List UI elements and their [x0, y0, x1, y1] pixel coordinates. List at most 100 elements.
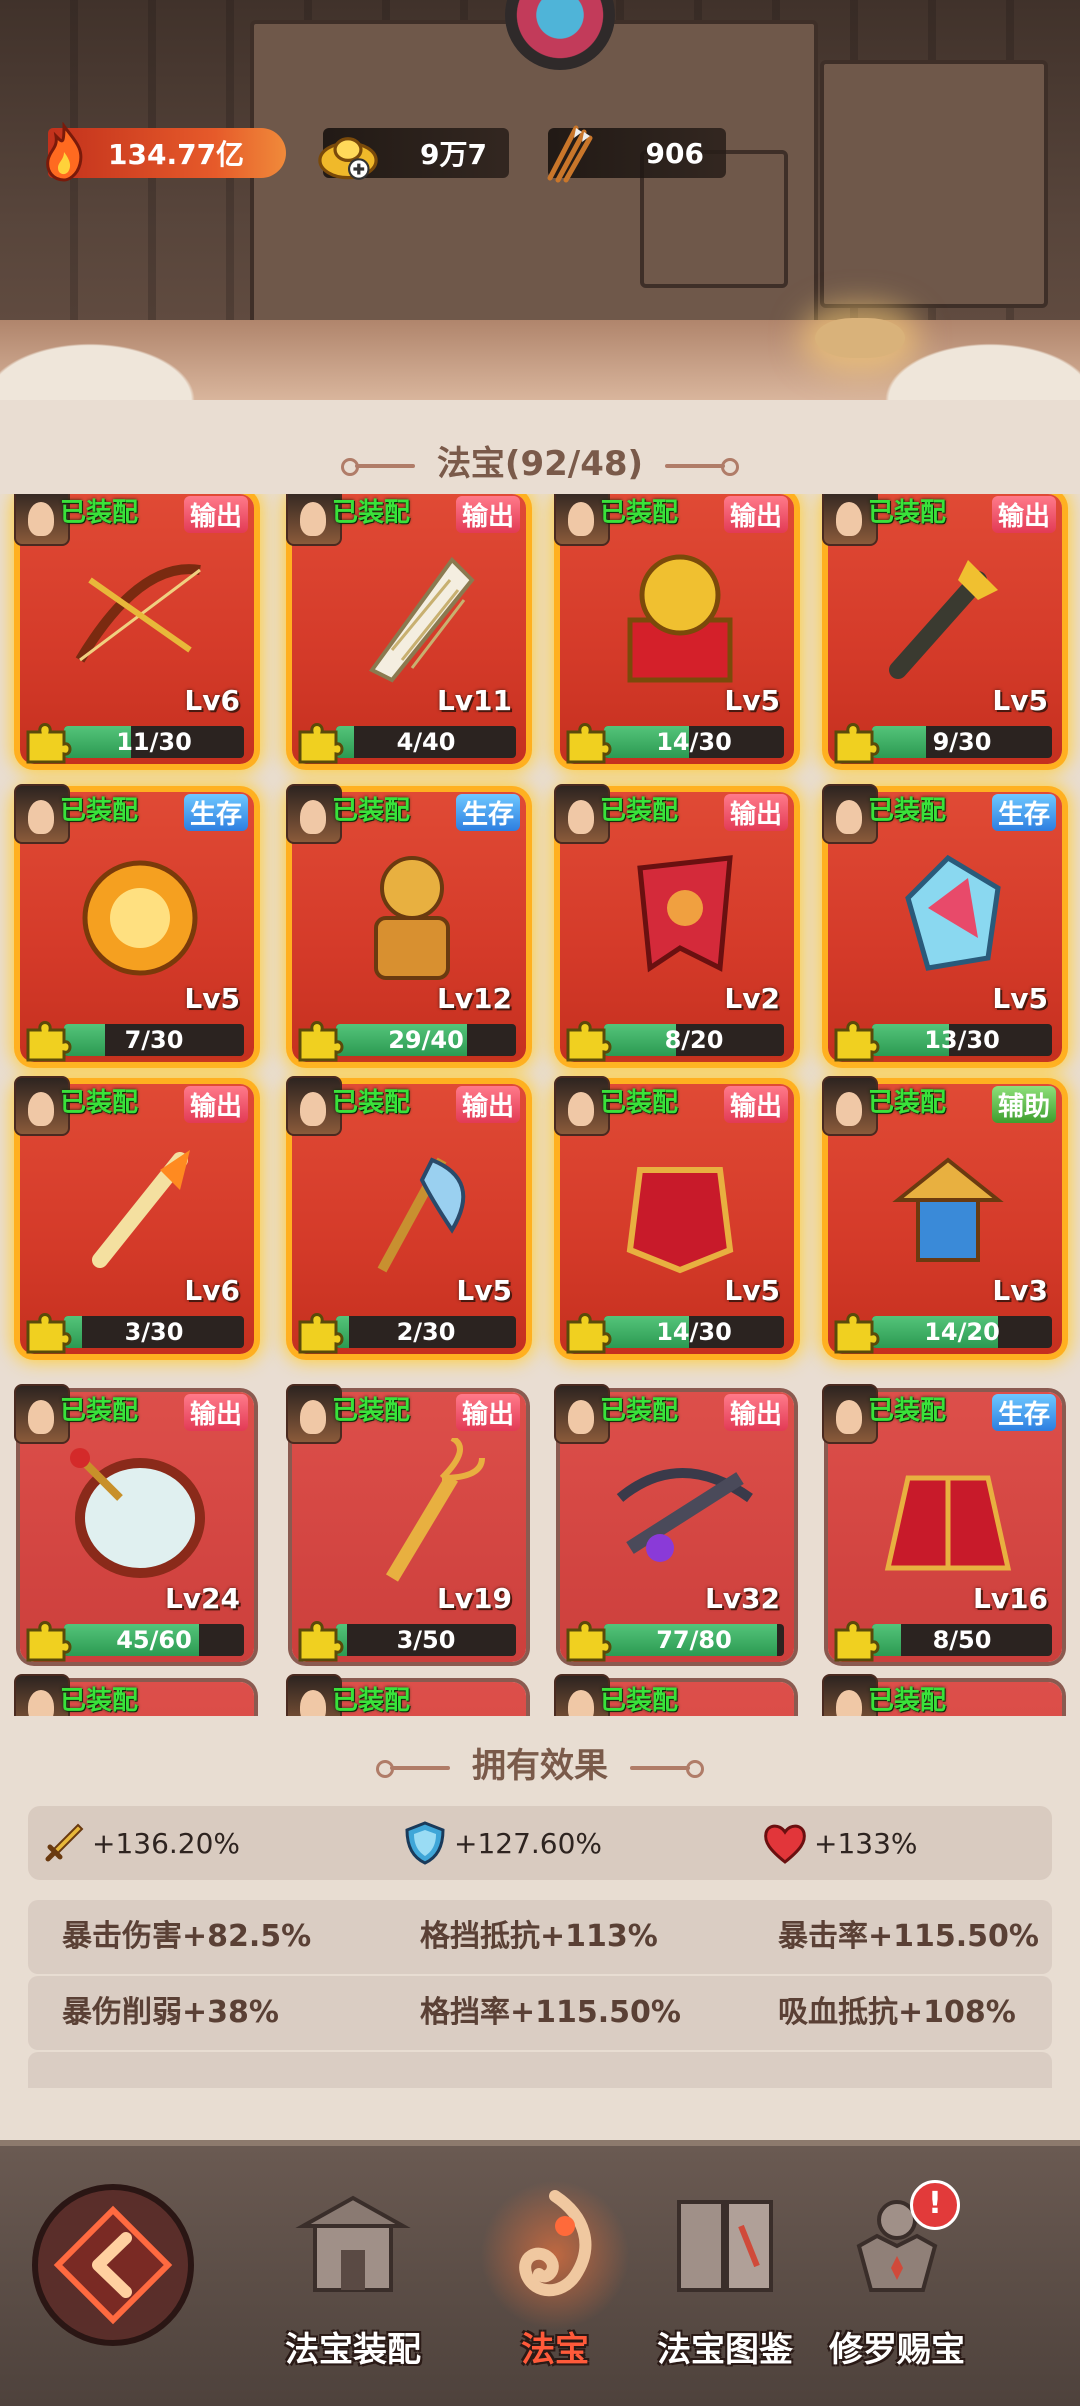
treasure-card[interactable]: 已装配 输出 Lv2 8/20: [554, 784, 794, 1062]
treasure-art: [75, 564, 201, 663]
treasure-art: [368, 556, 475, 683]
gold-counter[interactable]: 9万7: [318, 128, 509, 180]
progress-text: 29/40: [388, 1026, 464, 1054]
fragment-progress-bar: 8/50: [872, 1624, 1052, 1656]
treasure-card[interactable]: 已装配 输出 Lv32 77/80: [554, 1384, 794, 1662]
progress-text: 14/30: [656, 728, 732, 756]
tab-treasure[interactable]: 法宝: [470, 2180, 640, 2386]
ornament-left: [376, 1759, 450, 1778]
treasure-card[interactable]: 已装配 输出 Lv6 11/30: [14, 494, 254, 764]
gold-ingot-icon: [318, 137, 378, 180]
bottom-nav: 法宝装配 法宝 法宝图鉴 修罗赐宝 !: [0, 2140, 1080, 2406]
tab-treasure-codex[interactable]: 法宝图鉴: [640, 2186, 810, 2386]
role-tag: 辅助: [991, 1086, 1056, 1123]
progress-text: 4/40: [396, 728, 456, 756]
treasure-card[interactable]: 已装配: [286, 1674, 526, 1716]
fragment-progress-bar: 2/30: [336, 1316, 516, 1348]
tab-treasure-equip[interactable]: 法宝装配: [268, 2186, 438, 2386]
level-label: Lv19: [436, 1582, 512, 1615]
treasure-art: [616, 1468, 753, 1562]
fragment-progress-bar: 7/30: [64, 1024, 244, 1056]
puzzle-piece-icon: [26, 1313, 72, 1354]
effects-title: 拥有效果: [472, 1746, 608, 1786]
treasure-art: [889, 560, 998, 679]
defense-effect: +127.60%: [402, 1806, 602, 1880]
equipped-label: 已装配: [332, 1686, 411, 1716]
effect-stat: 暴伤削弱+38%: [62, 1995, 279, 2030]
level-label: Lv2: [724, 982, 780, 1015]
health-effect: +133%: [762, 1806, 918, 1880]
fragment-progress-bar: 14/30: [604, 1316, 784, 1348]
treasure-card[interactable]: 已装配 生存 Lv5 13/30: [822, 784, 1062, 1062]
treasure-card[interactable]: 已装配 辅助 Lv3 14/20: [822, 1076, 1062, 1354]
role-tag: 输出: [455, 496, 520, 533]
equipped-label: 已装配: [332, 498, 411, 528]
treasure-card[interactable]: 已装配 输出 Lv11 4/40: [286, 494, 526, 764]
level-label: Lv5: [724, 684, 780, 717]
arrows-counter: 906: [547, 125, 726, 183]
temple-icon: [295, 2195, 411, 2292]
treasure-art: [626, 1167, 734, 1274]
tab-asura-gift[interactable]: 修罗赐宝 !: [812, 2180, 982, 2386]
level-label: Lv6: [184, 1274, 240, 1307]
equipped-label: 已装配: [600, 796, 679, 826]
effects-section-header: 拥有效果: [0, 1738, 1080, 1787]
treasure-grid[interactable]: 已装配 输出 Lv6 11/30 已装配 输出 Lv11 4/40 已装配 输出 Lv5 14/30 已…: [0, 494, 1080, 1716]
progress-text: 3/30: [124, 1318, 184, 1346]
treasure-art: [377, 1157, 466, 1273]
level-label: Lv5: [992, 982, 1048, 1015]
progress-text: 3/50: [396, 1626, 456, 1654]
fragment-progress-bar: 4/40: [336, 726, 516, 758]
effect-stat: 格挡抵抗+113%: [420, 1919, 658, 1954]
treasure-card[interactable]: 已装配 输出 Lv5 9/30: [822, 494, 1062, 764]
tab-label: 修罗赐宝: [829, 2330, 965, 2370]
treasure-card[interactable]: 已装配: [822, 1674, 1062, 1716]
treasure-art: [374, 856, 450, 980]
treasure-art: [70, 1448, 205, 1578]
level-label: Lv5: [184, 982, 240, 1015]
role-tag: 输出: [723, 496, 788, 533]
equipped-label: 已装配: [332, 1088, 411, 1118]
level-label: Lv16: [972, 1582, 1048, 1615]
book-icon: [677, 2200, 773, 2292]
equipped-label: 已装配: [60, 498, 139, 528]
equipped-label: 已装配: [868, 1686, 947, 1716]
treasure-card[interactable]: 已装配: [14, 1674, 254, 1716]
level-label: Lv11: [436, 684, 512, 717]
role-tag: 输出: [991, 496, 1056, 533]
treasure-card[interactable]: 已装配 输出 Lv6 3/30: [14, 1076, 254, 1354]
effect-stat: 暴击伤害+82.5%: [62, 1919, 312, 1954]
level-label: Lv6: [184, 684, 240, 717]
ornament-right: [630, 1759, 704, 1778]
progress-text: 11/30: [116, 728, 192, 756]
progress-text: 14/20: [924, 1318, 1000, 1346]
treasure-card[interactable]: 已装配 输出 Lv5 2/30: [286, 1076, 526, 1354]
puzzle-piece-icon: [834, 723, 880, 764]
treasure-art: [82, 860, 198, 976]
effects-row: 暴伤削弱+38% 格挡率+115.50% 吸血抵抗+108%: [28, 1976, 1052, 2050]
back-button[interactable]: [28, 2180, 198, 2350]
treasure-card[interactable]: 已装配 生存 Lv12 29/40: [286, 784, 526, 1062]
equipped-label: 已装配: [868, 1396, 947, 1426]
cloud-decoration: [0, 330, 220, 400]
fragment-progress-bar: 8/20: [604, 1024, 784, 1056]
level-label: Lv32: [704, 1582, 780, 1615]
treasure-card[interactable]: 已装配 输出 Lv5 14/30: [554, 494, 794, 764]
puzzle-piece-icon: [566, 1313, 612, 1354]
effects-list[interactable]: 暴击伤害+82.5% 格挡抵抗+113% 暴击率+115.50% 暴伤削弱+38…: [28, 1900, 1052, 2088]
notification-badge: !: [910, 2180, 960, 2230]
fragment-progress-bar: 29/40: [336, 1024, 516, 1056]
treasure-card[interactable]: 已装配 输出 Lv24 45/60: [14, 1384, 254, 1662]
treasure-card[interactable]: 已装配: [554, 1674, 794, 1716]
treasure-card[interactable]: 已装配 生存 Lv16 8/50: [822, 1384, 1062, 1662]
tab-label: 法宝装配: [285, 2330, 421, 2370]
tab-label: 法宝图鉴: [657, 2330, 793, 2370]
equipped-label: 已装配: [60, 1396, 139, 1426]
puzzle-piece-icon: [834, 1621, 880, 1662]
treasure-card[interactable]: 已装配 输出 Lv5 14/30: [554, 1076, 794, 1354]
progress-text: 45/60: [116, 1626, 192, 1654]
fragment-progress-bar: 13/30: [872, 1024, 1052, 1056]
treasure-card[interactable]: 已装配 生存 Lv5 7/30: [14, 784, 254, 1062]
equipped-label: 已装配: [600, 1686, 679, 1716]
treasure-card[interactable]: 已装配 输出 Lv19 3/50: [286, 1384, 526, 1662]
